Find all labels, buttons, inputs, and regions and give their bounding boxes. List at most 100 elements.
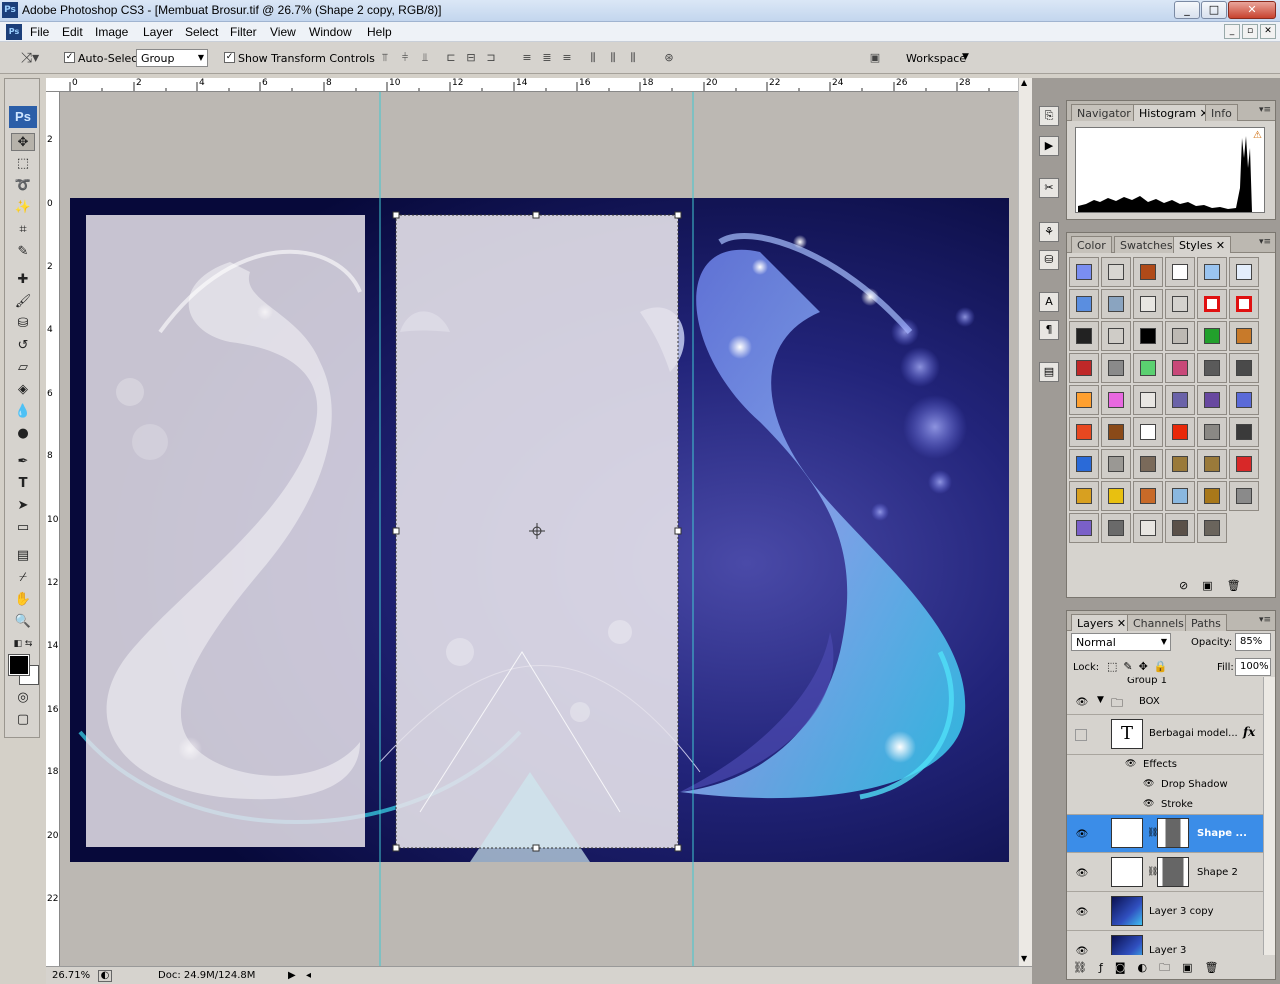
paint-bucket-tool-icon[interactable]: ◈: [11, 381, 35, 399]
menu-window[interactable]: Window: [309, 25, 352, 39]
visibility-box[interactable]: [1075, 729, 1087, 741]
dodge-tool-icon[interactable]: ●: [11, 425, 35, 443]
style-swatch[interactable]: [1069, 417, 1099, 447]
style-swatch[interactable]: [1197, 417, 1227, 447]
blend-mode-dropdown[interactable]: Normal ▼: [1071, 633, 1171, 651]
align-top-icon[interactable]: ⫪: [376, 51, 394, 65]
show-transform-checkbox[interactable]: ✓: [224, 52, 235, 63]
menu-view[interactable]: View: [270, 25, 296, 39]
minimize-button[interactable]: _: [1174, 1, 1200, 19]
lock-all-icon[interactable]: 🔒: [1154, 660, 1174, 673]
style-swatch[interactable]: [1069, 449, 1099, 479]
style-swatch[interactable]: [1101, 321, 1131, 351]
character-icon[interactable]: A: [1039, 292, 1059, 312]
style-swatch[interactable]: [1101, 449, 1131, 479]
style-swatch[interactable]: [1069, 257, 1099, 287]
tab-paths[interactable]: Paths: [1185, 614, 1227, 631]
quick-mask-icon[interactable]: ◎: [11, 689, 35, 707]
style-swatch[interactable]: [1133, 481, 1163, 511]
clone-stamp-tool-icon[interactable]: ⛁: [11, 315, 35, 333]
auto-select-dropdown[interactable]: Group ▼: [136, 49, 208, 67]
eye-icon[interactable]: 👁: [1075, 868, 1089, 879]
eye-icon[interactable]: 👁: [1125, 759, 1136, 769]
menu-select[interactable]: Select: [185, 25, 218, 39]
workspace-chevron-icon[interactable]: ▼: [962, 52, 969, 62]
style-swatch[interactable]: [1229, 321, 1259, 351]
workspace-label[interactable]: Workspace: [906, 52, 966, 65]
style-swatch[interactable]: [1165, 321, 1195, 351]
style-swatch[interactable]: [1069, 385, 1099, 415]
new-group-icon[interactable]: 🗀: [1159, 961, 1182, 974]
tab-swatches[interactable]: Swatches: [1114, 236, 1179, 253]
style-swatch[interactable]: [1197, 257, 1227, 287]
menu-filter[interactable]: Filter: [230, 25, 257, 39]
menu-layer[interactable]: Layer: [143, 25, 173, 39]
tab-color[interactable]: Color: [1071, 236, 1112, 253]
history-brush-tool-icon[interactable]: ↺: [11, 337, 35, 355]
style-swatch[interactable]: [1229, 289, 1259, 319]
warning-icon[interactable]: ⚠: [1253, 130, 1262, 141]
tab-navigator[interactable]: Navigator: [1071, 104, 1137, 121]
new-style-icon[interactable]: ▣: [1202, 579, 1226, 592]
style-swatch[interactable]: [1133, 513, 1163, 543]
style-swatch[interactable]: [1069, 353, 1099, 383]
doc-restore-button[interactable]: ▫: [1242, 24, 1258, 39]
style-swatch[interactable]: [1229, 449, 1259, 479]
style-swatch[interactable]: [1165, 257, 1195, 287]
style-swatch[interactable]: [1229, 257, 1259, 287]
layer-row[interactable]: 👁 Layer 3: [1067, 932, 1263, 955]
align-bottom-icon[interactable]: ⫫: [416, 51, 434, 65]
eye-icon[interactable]: 👁: [1075, 907, 1089, 918]
box-group-row[interactable]: 👁 ▼ 🗀 BOX: [1067, 689, 1263, 715]
zoom-level[interactable]: 26.71%: [52, 970, 90, 981]
drop-shadow-row[interactable]: 👁 Drop Shadow: [1067, 775, 1263, 795]
style-swatch[interactable]: [1101, 353, 1131, 383]
panel-menu-icon[interactable]: ▾≡: [1259, 237, 1271, 247]
actions-icon[interactable]: ▶: [1039, 136, 1059, 156]
auto-align-icon[interactable]: ⊛: [660, 51, 678, 65]
style-swatch[interactable]: [1133, 321, 1163, 351]
move-tool-preset-icon[interactable]: ⤨▾: [14, 51, 46, 65]
tab-styles[interactable]: Styles ✕: [1173, 236, 1232, 253]
paragraph-icon[interactable]: ¶: [1039, 320, 1059, 340]
style-swatch[interactable]: [1165, 481, 1195, 511]
eraser-tool-icon[interactable]: ▱: [11, 359, 35, 377]
style-swatch[interactable]: [1133, 257, 1163, 287]
stroke-row[interactable]: 👁 Stroke: [1067, 795, 1263, 815]
middle-panel-shape[interactable]: [392, 211, 682, 862]
status-arrow-icon[interactable]: ▶: [288, 970, 296, 981]
delete-style-icon[interactable]: 🗑: [1227, 579, 1255, 592]
crop-tool-icon[interactable]: ⌗: [11, 221, 35, 239]
style-swatch[interactable]: [1229, 385, 1259, 415]
doc-minimize-button[interactable]: _: [1224, 24, 1240, 39]
style-swatch[interactable]: [1069, 481, 1099, 511]
style-swatch[interactable]: [1165, 385, 1195, 415]
style-swatch[interactable]: [1197, 353, 1227, 383]
screen-mode-icon[interactable]: ▢: [11, 711, 35, 729]
panel-menu-icon[interactable]: ▾≡: [1259, 105, 1271, 115]
lock-pixels-icon[interactable]: ✎: [1123, 660, 1138, 673]
style-swatch[interactable]: [1197, 449, 1227, 479]
style-swatch[interactable]: [1101, 385, 1131, 415]
scroll-up-icon[interactable]: ▲: [1021, 78, 1027, 87]
tab-info[interactable]: Info: [1205, 104, 1238, 121]
slice-tool-icon[interactable]: ✎: [11, 243, 35, 261]
style-swatch[interactable]: [1197, 289, 1227, 319]
layer-comps-icon[interactable]: ▤: [1039, 362, 1059, 382]
style-swatch[interactable]: [1197, 513, 1227, 543]
style-swatch[interactable]: [1133, 417, 1163, 447]
style-swatch[interactable]: [1101, 481, 1131, 511]
new-layer-icon[interactable]: ▣: [1182, 961, 1204, 974]
style-swatch[interactable]: [1197, 321, 1227, 351]
layers-scrollbar[interactable]: [1263, 677, 1275, 955]
align-right-icon[interactable]: ⊐: [482, 51, 500, 65]
vertical-scrollbar[interactable]: ▲ ▼: [1018, 78, 1032, 966]
style-swatch[interactable]: [1229, 481, 1259, 511]
history-icon[interactable]: ⎘: [1039, 106, 1059, 126]
document-icon[interactable]: Ps: [6, 24, 22, 40]
text-layer-row[interactable]: T Berbagai model... fx: [1067, 715, 1263, 755]
align-hcenter-icon[interactable]: ⊟: [462, 51, 480, 65]
eye-icon[interactable]: 👁: [1075, 946, 1089, 955]
layer-row[interactable]: 👁 ⛓ Shape ...: [1067, 815, 1263, 853]
style-swatch[interactable]: [1229, 353, 1259, 383]
